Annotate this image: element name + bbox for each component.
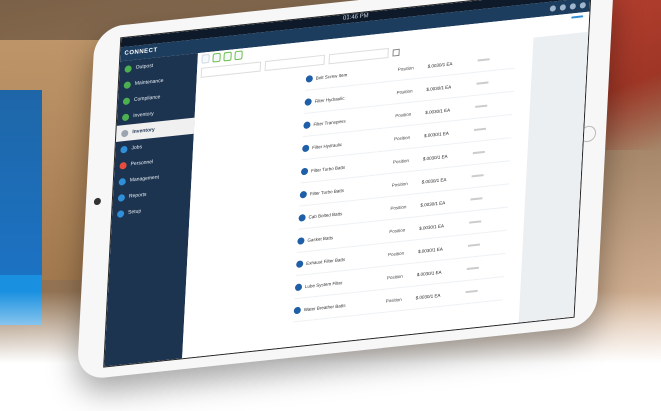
sidebar-item-label: Setup	[127, 208, 142, 216]
right-panel	[518, 31, 589, 323]
quantity-field[interactable]	[472, 150, 485, 155]
item-location: Position	[397, 64, 414, 72]
item-icon	[304, 97, 312, 106]
quantity-field[interactable]	[476, 81, 489, 85]
quantity-field[interactable]	[465, 289, 478, 294]
item-icon	[302, 143, 310, 152]
item-price: $.0030/1 EA	[423, 130, 449, 138]
item-icon	[297, 236, 305, 245]
help-icon[interactable]	[549, 5, 557, 12]
sidebar-item-label: Compliance	[133, 94, 161, 103]
item-icon	[299, 190, 308, 199]
settings-icon[interactable]	[559, 4, 566, 11]
quantity-field[interactable]	[470, 197, 483, 201]
filter-checkbox[interactable]	[392, 47, 400, 58]
quantity-field[interactable]	[467, 243, 481, 247]
avatar[interactable]	[579, 2, 586, 9]
sidebar-item-icon	[123, 80, 131, 89]
tab-green-3[interactable]	[234, 50, 243, 61]
item-price: $.0030/1 EA	[422, 153, 448, 161]
item-location: Position	[395, 111, 412, 118]
item-name: Filter Turbo Batts	[310, 164, 346, 173]
notification-icon[interactable]	[569, 3, 576, 10]
sidebar-item-label: Management	[129, 174, 160, 184]
sidebar-item-icon	[124, 64, 132, 73]
tablet-screen: 01:46 PM CONNECT Outpost Maintenance Compl…	[103, 0, 592, 368]
camera-icon	[93, 197, 102, 206]
main-content: Bolt Screw Item Position $.0030/1 EA Filter…	[182, 11, 590, 359]
sidebar-item-icon	[118, 177, 126, 186]
item-name: Water Breather Batts	[303, 302, 346, 312]
item-price: $.0030/1 EA	[427, 60, 453, 69]
sidebar-item-label: Personnel	[130, 159, 154, 168]
item-icon	[298, 213, 306, 222]
checkbox-box[interactable]	[392, 48, 400, 57]
quantity-field[interactable]	[466, 266, 479, 270]
sidebar-item-icon	[116, 209, 125, 218]
tab-green-2[interactable]	[223, 51, 232, 62]
tab-items[interactable]	[201, 53, 210, 64]
item-name: Filter Turbo Batts	[309, 187, 345, 197]
item-location: Position	[386, 273, 404, 280]
item-price: $.0030/1 EA	[417, 245, 443, 254]
item-icon	[294, 282, 303, 291]
sidebar-item-label: Jobs	[131, 144, 143, 152]
item-icon	[300, 167, 309, 175]
item-name: Filter Transpiers	[313, 118, 346, 127]
item-price: $.0030/1 EA	[420, 199, 446, 208]
quantity-field[interactable]	[475, 104, 488, 108]
sidebar-item-icon	[121, 129, 129, 137]
quantity-field[interactable]	[473, 127, 487, 132]
tab-green-1[interactable]	[212, 52, 221, 63]
sidebar-item-label: Outpost	[135, 62, 154, 71]
item-location: Position	[385, 296, 402, 304]
sidebar-item-icon	[120, 145, 128, 153]
item-location: Position	[390, 203, 407, 211]
item-location: Position	[394, 134, 411, 142]
item-icon	[296, 259, 304, 268]
item-location: Position	[387, 250, 405, 257]
item-location: Position	[391, 180, 408, 188]
sidebar-item-label: Reports	[128, 191, 147, 200]
item-name: Exhaust Filter Batts	[306, 256, 346, 266]
quantity-field[interactable]	[471, 174, 484, 178]
item-icon	[303, 120, 311, 129]
sidebar-item-label: Inventory	[132, 126, 155, 136]
item-price: $.0030/1 EA	[425, 107, 451, 115]
item-icon	[293, 306, 302, 314]
brand-logo: CONNECT	[124, 47, 158, 57]
item-name: Lube System Filter	[304, 279, 343, 289]
item-name: Cab Bolted Batts	[308, 210, 343, 220]
item-price: $.0030/1 EA	[426, 83, 452, 92]
item-price: $.0030/1 EA	[415, 292, 441, 300]
item-location: Position	[392, 157, 410, 165]
tablet-device: 01:46 PM CONNECT Outpost Maintenance Compl…	[76, 0, 615, 381]
item-price: $.0030/1 EA	[421, 176, 447, 185]
item-name: Gasket Batts	[307, 234, 334, 243]
item-name: Filter Hydraulic	[314, 95, 345, 104]
quantity-field[interactable]	[477, 58, 490, 62]
sidebar-item-icon	[122, 96, 131, 105]
sidebar-item-icon	[117, 193, 126, 202]
item-price: $.0030/1 EA	[419, 222, 445, 231]
item-icon	[305, 74, 314, 83]
item-location: Position	[396, 87, 413, 95]
item-location: Position	[389, 226, 406, 234]
item-name: Bolt Screw Item	[315, 71, 348, 81]
sidebar-item-icon	[121, 112, 130, 121]
filter-field-1[interactable]	[200, 61, 262, 78]
quantity-field[interactable]	[469, 220, 482, 224]
item-list: Bolt Screw Item Position $.0030/1 EA Filter…	[293, 45, 517, 323]
item-name: Filter Hydraulic	[312, 141, 343, 150]
sidebar-item-label: Maintenance	[134, 77, 164, 87]
header-tools	[549, 2, 586, 12]
sidebar-item-icon	[119, 161, 127, 170]
sidebar-item-label: Inventory	[132, 110, 154, 120]
item-price: $.0030/1 EA	[416, 269, 442, 277]
